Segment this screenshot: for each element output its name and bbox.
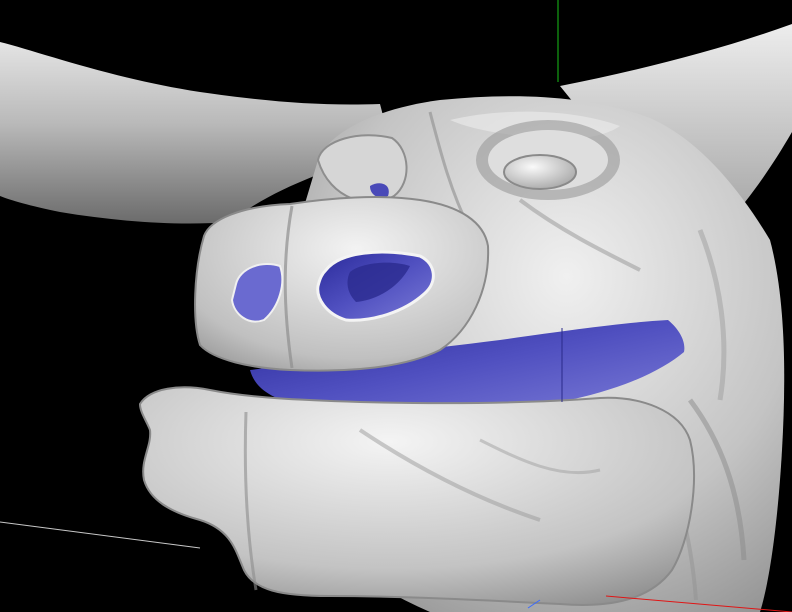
viewport-canvas[interactable] <box>0 0 792 612</box>
lower-jaw-mesh <box>138 386 695 606</box>
eyeball <box>503 154 577 190</box>
3d-viewport[interactable] <box>0 0 792 612</box>
z-axis-line <box>0 521 201 549</box>
